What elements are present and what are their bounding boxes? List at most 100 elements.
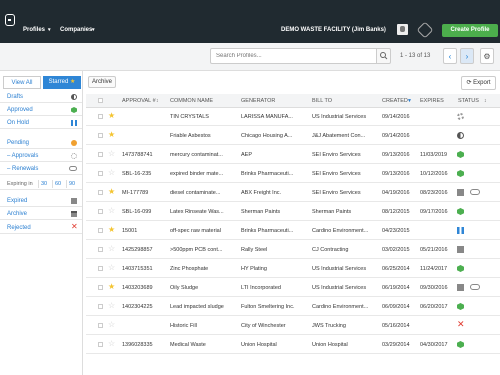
select-all-checkbox[interactable] — [98, 98, 103, 103]
col-generator[interactable]: GENERATOR — [241, 98, 275, 104]
facility-name[interactable]: DEMO WASTE FACILITY (Jim Banks) — [281, 27, 386, 33]
sidebar-item-expired[interactable]: Expired — [0, 195, 82, 207]
sidebar-item-archive[interactable]: Archive — [0, 208, 82, 220]
row-checkbox[interactable] — [98, 190, 103, 195]
link-icon[interactable] — [470, 189, 480, 195]
expiring-30[interactable]: 30 — [38, 180, 49, 188]
cell-approval: SBL-16-235 — [122, 171, 152, 177]
sidebar-item-approvals[interactable]: – Approvals — [0, 150, 82, 162]
sidebar-item-rejected[interactable]: Rejected ✕ — [0, 222, 82, 234]
star-icon[interactable]: ★ — [108, 130, 115, 139]
row-checkbox[interactable] — [98, 247, 103, 252]
expiring-90[interactable]: 90 — [66, 180, 77, 188]
search-button[interactable] — [376, 48, 391, 64]
archive-button[interactable]: Archive — [88, 76, 116, 88]
col-expires[interactable]: EXPIRES — [420, 98, 444, 104]
nav-profiles[interactable]: Profiles — [23, 27, 45, 33]
table-row[interactable]: ★ MI-177789 diesel contaminate... ABX Freig… — [86, 184, 500, 202]
cell-bill_to: SEI Enviro Services — [312, 171, 361, 177]
cell-generator: LTI Incorporated — [241, 285, 281, 291]
star-icon[interactable]: ☆ — [108, 168, 115, 177]
sidebar-item-drafts[interactable]: Drafts — [0, 91, 82, 103]
row-checkbox[interactable] — [98, 209, 103, 214]
sidebar-item-renewals[interactable]: – Renewals — [0, 163, 82, 175]
link-icon[interactable] — [470, 284, 480, 290]
table-row[interactable]: ☆ SBL-16-235 expired binder mate... Brinks … — [86, 165, 500, 183]
star-icon[interactable]: ★ — [108, 111, 115, 120]
star-icon[interactable]: ☆ — [108, 320, 115, 329]
table-row[interactable]: ☆ 1473788741 mercury contaminat... AEP SEI E… — [86, 146, 500, 164]
cell-expires: 09/30/2016 — [420, 285, 448, 291]
sidebar-item-approved[interactable]: Approved — [0, 104, 82, 116]
row-checkbox[interactable] — [98, 152, 103, 157]
table-row[interactable]: ☆ 1403715351 Zinc Phosphate HY Plating US In… — [86, 260, 500, 278]
col-common-name[interactable]: COMMON NAME — [170, 98, 213, 104]
table-row[interactable]: ★ Friable Asbestos Chicago Housing A... J&J… — [86, 127, 500, 145]
row-checkbox[interactable] — [98, 171, 103, 176]
settings-button[interactable]: ⚙ — [480, 48, 494, 64]
nav-companies[interactable]: Companies — [60, 27, 92, 33]
table-row[interactable]: ★ TIN CRYSTALS LARISSA MANUFA... US Industr… — [86, 108, 500, 126]
cell-bill_to: Cardino Environment... — [312, 228, 369, 234]
col-created[interactable]: CREATED — [382, 98, 408, 104]
cell-created: 09/14/2016 — [382, 133, 410, 139]
star-icon[interactable]: ★ — [108, 282, 115, 291]
prev-page-button[interactable]: ‹ — [443, 48, 457, 64]
pager-count: 1 - 13 of 13 — [400, 53, 431, 59]
table-row[interactable]: ☆ SBL-16-099 Latex Rinseate Was... Sherman … — [86, 203, 500, 221]
expiring-60[interactable]: 60 — [52, 180, 63, 188]
create-profile-button[interactable]: Create Profile — [442, 24, 498, 37]
circle-icon — [71, 140, 77, 146]
star-icon[interactable]: ☆ — [108, 206, 115, 215]
table-row[interactable]: ☆ Historic Fill City of Winchester JWS Truc… — [86, 317, 500, 335]
row-checkbox[interactable] — [98, 114, 103, 119]
row-checkbox[interactable] — [98, 133, 103, 138]
tab-view-all[interactable]: View All — [3, 76, 41, 89]
star-icon[interactable]: ☆ — [108, 244, 115, 253]
cell-generator: Rally Steel — [241, 247, 268, 253]
app-logo-icon[interactable] — [5, 14, 15, 26]
row-checkbox[interactable] — [98, 285, 103, 290]
star-icon[interactable]: ☆ — [108, 149, 115, 158]
cell-approval: SBL-16-099 — [122, 209, 152, 215]
sidebar-item-on-hold[interactable]: On Hold — [0, 117, 82, 129]
hexagon-icon[interactable] — [416, 21, 434, 39]
table-header: APPROVAL # ↕ COMMON NAME GENERATOR BILL … — [86, 94, 500, 108]
col-status[interactable]: STATUS — [458, 98, 479, 104]
star-icon: ★ — [69, 79, 76, 85]
table-row[interactable]: ☆ 1402304225 Lead impacted sludge Fulton Sm… — [86, 298, 500, 316]
cell-approval: 1425298857 — [122, 247, 153, 253]
user-avatar-icon[interactable] — [397, 24, 408, 35]
export-button[interactable]: ⟳ Export — [461, 76, 496, 90]
cell-name: Zinc Phosphate — [170, 266, 209, 272]
row-checkbox[interactable] — [98, 323, 103, 328]
search-input[interactable] — [210, 48, 378, 64]
next-page-button[interactable]: › — [460, 48, 474, 64]
row-checkbox[interactable] — [98, 266, 103, 271]
sidebar: View All Starred ★ Drafts Approved On Ho… — [0, 71, 83, 375]
table-row[interactable]: ★ 15001 off-spec raw material Brinks Pharma… — [86, 222, 500, 240]
col-approval[interactable]: APPROVAL # — [122, 98, 156, 104]
cell-created: 09/14/2016 — [382, 114, 410, 120]
table-row[interactable]: ☆ 1396028335 Medical Waste Union Hospital Un… — [86, 336, 500, 354]
star-icon[interactable]: ★ — [108, 187, 115, 196]
sidebar-item-pending[interactable]: Pending — [0, 137, 82, 149]
star-icon[interactable]: ☆ — [108, 263, 115, 272]
star-icon[interactable]: ☆ — [108, 301, 115, 310]
tab-starred[interactable]: Starred ★ — [43, 76, 81, 89]
star-icon[interactable]: ★ — [108, 225, 115, 234]
cell-expires: 05/21/2016 — [420, 247, 448, 253]
expiring-filter: Expiring in 30 60 90 — [0, 178, 82, 190]
star-icon[interactable]: ☆ — [108, 339, 115, 348]
cell-generator: Brinks Pharmaceuti... — [241, 228, 294, 234]
col-bill-to[interactable]: BILL TO — [312, 98, 332, 104]
cell-expires: 06/20/2017 — [420, 304, 448, 310]
row-checkbox[interactable] — [98, 228, 103, 233]
row-checkbox[interactable] — [98, 342, 103, 347]
cell-name: mercury contaminat... — [170, 152, 223, 158]
table-row[interactable]: ☆ 1425298857 >500ppm PCB cont... Rally Stee… — [86, 241, 500, 259]
cell-expires: 11/03/2019 — [420, 152, 448, 158]
table-row[interactable]: ★ 1403203689 Oily Sludge LTI Incorporated US… — [86, 279, 500, 297]
row-checkbox[interactable] — [98, 304, 103, 309]
gear-icon: ⚙ — [483, 52, 491, 61]
